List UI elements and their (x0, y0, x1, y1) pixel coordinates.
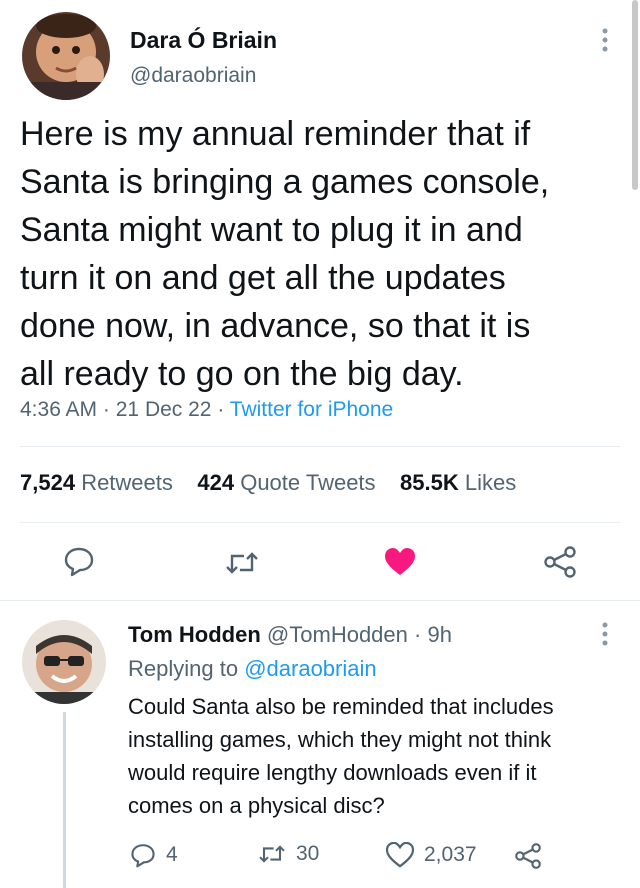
reply-share-button[interactable] (514, 843, 542, 869)
tweet-more-button[interactable] (596, 26, 614, 54)
share-icon (515, 843, 541, 869)
retweet-icon (259, 845, 285, 863)
meta-separator: · (102, 398, 110, 421)
tweet-meta: 4:36 AM · 21 Dec 22 · Twitter for iPhone (20, 398, 393, 422)
reply-reply-button[interactable]: 4 (130, 842, 178, 868)
tweet-text-line: Santa is bringing a games console, (20, 163, 550, 201)
tweet-text-line: Santa might want to plug it in and (20, 211, 523, 249)
reply-text-line: Could Santa also be reminded that includ… (128, 694, 554, 719)
reply-button[interactable] (63, 545, 95, 577)
reply-header: Tom Hodden @TomHodden · 9h (128, 622, 452, 648)
reply-icon (64, 547, 94, 577)
retweets-stat[interactable]: 7,524 Retweets (20, 470, 173, 495)
divider (20, 522, 620, 523)
tweet-text: Here is my annual reminder that if Santa… (20, 110, 620, 398)
heart-icon (385, 548, 415, 575)
share-button[interactable] (543, 546, 577, 578)
replying-handle[interactable]: @daraobriain (244, 656, 376, 681)
divider (20, 446, 620, 447)
meta-separator: · (414, 622, 422, 647)
reply-author-avatar[interactable] (22, 620, 106, 704)
scrollbar[interactable] (632, 0, 638, 190)
reply-author-handle[interactable]: @TomHodden (267, 622, 408, 647)
divider (0, 600, 640, 601)
replying-to: Replying to @daraobriain (128, 656, 377, 682)
more-vertical-icon (602, 28, 608, 52)
tweet-text-line: Here is my annual reminder that if (20, 115, 531, 153)
tweet-stats: 7,524 Retweets 424 Quote Tweets 85.5K Li… (20, 470, 516, 496)
tweet-text-line: all ready to go on the big day. (20, 355, 464, 393)
meta-separator: · (217, 398, 225, 421)
reply-author-name[interactable]: Tom Hodden (128, 622, 261, 647)
reply-like-button[interactable]: 2,037 (386, 842, 477, 868)
tweet-text-line: turn it on and get all the updates (20, 259, 506, 297)
more-vertical-icon (602, 622, 608, 646)
tweet-source[interactable]: Twitter for iPhone (230, 398, 393, 421)
quotes-stat[interactable]: 424 Quote Tweets (197, 470, 375, 495)
reply-text-line: would require lengthy downloads even if … (128, 760, 537, 785)
author-avatar[interactable] (22, 12, 110, 100)
reply-time[interactable]: 9h (427, 622, 451, 647)
tweet-text-line: done now, in advance, so that it is (20, 307, 531, 345)
retweet-icon (226, 552, 258, 574)
author-name[interactable]: Dara Ó Briain (130, 27, 277, 54)
thread-line (63, 712, 66, 888)
likes-stat[interactable]: 85.5K Likes (400, 470, 516, 495)
reply-text-line: installing games, which they might not t… (128, 727, 552, 752)
author-handle[interactable]: @daraobriain (130, 64, 256, 88)
reply-icon (131, 844, 155, 868)
share-icon (544, 546, 576, 578)
heart-icon (386, 842, 414, 868)
reply-text-line: comes on a physical disc? (128, 793, 385, 818)
reply-retweet-button[interactable]: 30 (258, 842, 319, 866)
retweet-button[interactable] (225, 548, 259, 578)
like-button[interactable] (384, 547, 416, 577)
replying-prefix: Replying to (128, 656, 239, 681)
tweet-date[interactable]: 21 Dec 22 (116, 398, 212, 421)
tweet-time[interactable]: 4:36 AM (20, 398, 97, 421)
reply-count: 4 (166, 843, 178, 866)
reply-retweet-count: 30 (296, 842, 320, 865)
reply-like-count: 2,037 (424, 843, 477, 866)
reply-more-button[interactable] (596, 620, 614, 648)
reply-text: Could Santa also be reminded that includ… (128, 690, 628, 822)
